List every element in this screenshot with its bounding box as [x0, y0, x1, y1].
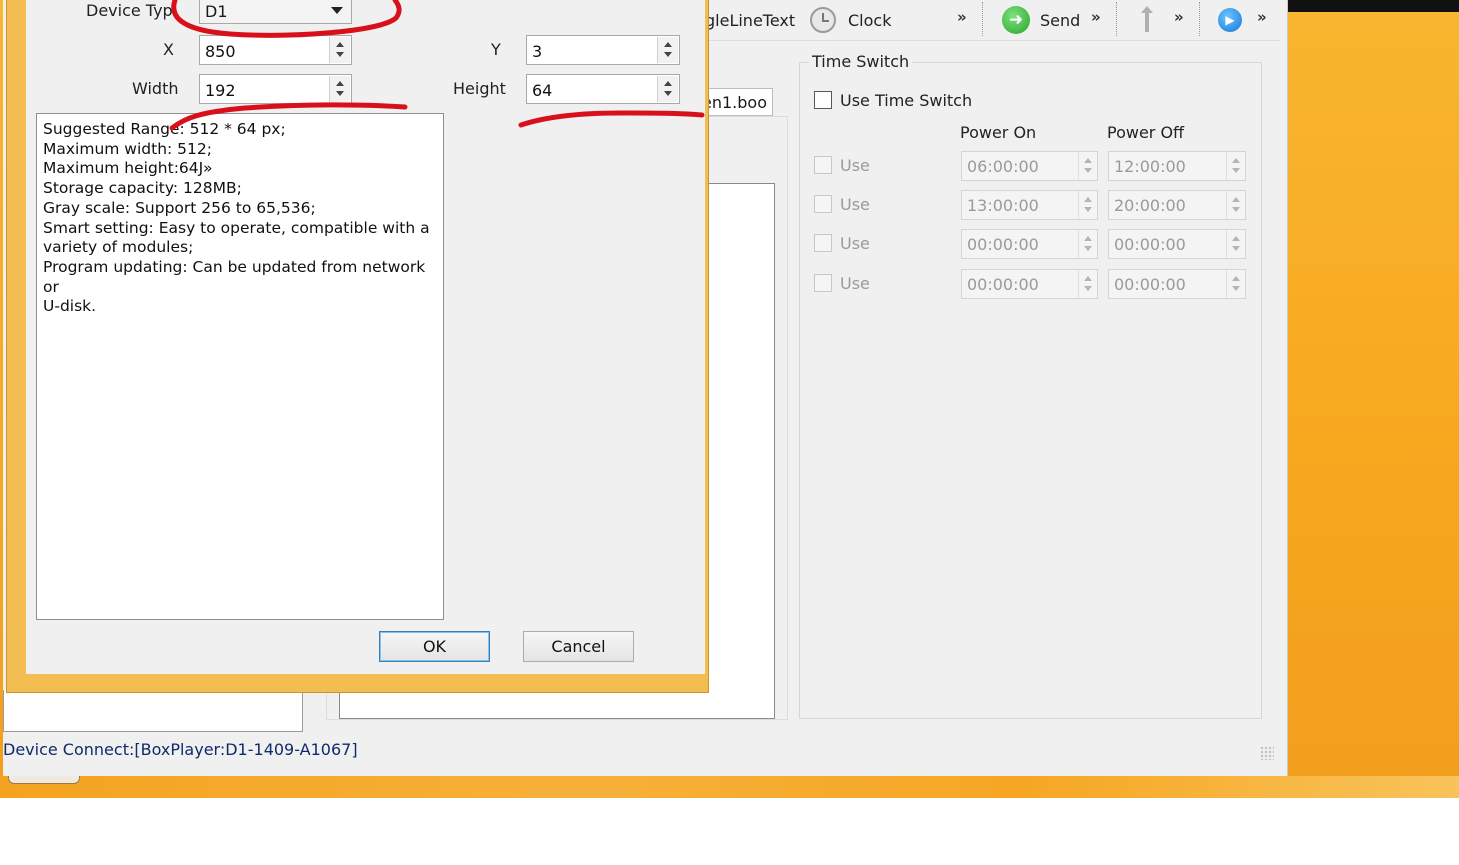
- description-line: Gray scale: Support 256 to 65,536;: [43, 198, 316, 217]
- description-line: Program updating: Can be updated from ne…: [43, 257, 431, 296]
- time-row-use-label: Use: [840, 156, 870, 175]
- description-line: Suggested Range: 512 * 64 px;: [43, 120, 286, 138]
- program-file-value: en1.boo: [702, 92, 767, 112]
- toolbar-separator: [982, 2, 983, 36]
- power-off-time-input[interactable]: 20:00:00: [1108, 190, 1246, 220]
- description-line: variety of modules;: [43, 238, 194, 257]
- upload-icon: [1141, 6, 1153, 34]
- description-line: U-disk.: [43, 297, 97, 316]
- time-spinner-arrows[interactable]: [1078, 152, 1097, 180]
- width-input[interactable]: 192: [199, 74, 352, 104]
- device-type-select[interactable]: D1: [199, 0, 352, 24]
- power-off-header: Power Off: [1107, 123, 1185, 142]
- use-time-switch-label: Use Time Switch: [840, 91, 973, 110]
- device-description-box: Suggested Range: 512 * 64 px; Maximum wi…: [36, 113, 444, 620]
- time-row-use-checkbox[interactable]: [814, 195, 832, 213]
- time-row-use-checkbox[interactable]: [814, 156, 832, 174]
- power-on-header: Power On: [960, 123, 1037, 142]
- time-switch-title: Time Switch: [809, 52, 913, 71]
- description-line: Maximum width: 512;: [43, 139, 212, 158]
- time-spinner-arrows[interactable]: [1078, 270, 1097, 298]
- height-label: Height: [453, 79, 506, 98]
- play-icon: ▶: [1218, 8, 1242, 32]
- program-list-panel: [3, 690, 303, 732]
- status-bar-text: Device Connect:[BoxPlayer:D1-1409-A1067]: [3, 740, 358, 759]
- toolbar-separator: [1199, 2, 1200, 36]
- chevron-down-icon: [331, 7, 343, 14]
- desktop-top-bar: [1288, 0, 1459, 12]
- width-value: 192: [205, 81, 236, 100]
- device-type-label: Device Typ: [86, 1, 173, 20]
- toolbar-play-button[interactable]: ▶: [1218, 6, 1242, 34]
- power-off-time-input[interactable]: 00:00:00: [1108, 229, 1246, 259]
- x-input[interactable]: 850: [199, 35, 352, 65]
- ok-button[interactable]: OK: [379, 631, 490, 662]
- main-toolbar: gleLineText Clock » ➜ Send » » ▶ »: [700, 0, 1280, 41]
- power-on-time-input[interactable]: 06:00:00: [961, 151, 1098, 181]
- use-time-switch-checkbox[interactable]: [814, 91, 832, 109]
- resize-grip-icon[interactable]: [1260, 746, 1274, 760]
- toolbar-clock-label: Clock: [848, 10, 892, 30]
- toolbar-send-button[interactable]: ➜ Send: [1002, 6, 1080, 34]
- time-spinner-arrows[interactable]: [1226, 152, 1245, 180]
- toolbar-overflow-button[interactable]: »: [1174, 8, 1184, 26]
- power-on-time-input[interactable]: 00:00:00: [961, 269, 1098, 299]
- power-off-time-value: 20:00:00: [1114, 196, 1186, 215]
- description-line: Maximum height:64J»: [43, 159, 213, 178]
- toolbar-overflow-button[interactable]: »: [1091, 8, 1101, 26]
- toolbar-singleline-text-button[interactable]: gleLineText: [705, 6, 795, 34]
- x-spinner-arrows[interactable]: [329, 37, 350, 63]
- power-off-time-value: 12:00:00: [1114, 157, 1186, 176]
- cancel-button[interactable]: Cancel: [523, 631, 634, 662]
- power-off-time-value: 00:00:00: [1114, 275, 1186, 294]
- toolbar-overflow-button[interactable]: »: [1257, 8, 1267, 26]
- x-label: X: [163, 40, 174, 59]
- width-spinner-arrows[interactable]: [329, 76, 350, 102]
- toolbar-separator: [1116, 2, 1117, 36]
- y-input[interactable]: 3: [526, 35, 680, 65]
- power-on-time-value: 06:00:00: [967, 157, 1039, 176]
- power-on-time-input[interactable]: 00:00:00: [961, 229, 1098, 259]
- time-spinner-arrows[interactable]: [1226, 270, 1245, 298]
- time-row-use-label: Use: [840, 195, 870, 214]
- description-line: Storage capacity: 128MB;: [43, 179, 242, 198]
- y-spinner-arrows[interactable]: [657, 37, 678, 63]
- clock-icon: [810, 7, 836, 33]
- power-on-time-value: 13:00:00: [967, 196, 1039, 215]
- time-row-use-checkbox[interactable]: [814, 274, 832, 292]
- time-spinner-arrows[interactable]: [1078, 230, 1097, 258]
- height-input[interactable]: 64: [526, 74, 680, 104]
- power-on-time-input[interactable]: 13:00:00: [961, 190, 1098, 220]
- toolbar-upload-button[interactable]: [1141, 6, 1153, 34]
- time-spinner-arrows[interactable]: [1078, 191, 1097, 219]
- time-row-use-checkbox[interactable]: [814, 234, 832, 252]
- power-on-time-value: 00:00:00: [967, 235, 1039, 254]
- time-row-use-label: Use: [840, 274, 870, 293]
- toolbar-overflow-button[interactable]: »: [957, 8, 967, 26]
- send-arrow-icon: ➜: [1002, 6, 1030, 34]
- power-off-time-input[interactable]: 00:00:00: [1108, 269, 1246, 299]
- x-value: 850: [205, 42, 236, 61]
- program-file-field[interactable]: en1.boo: [700, 88, 773, 116]
- height-value: 64: [532, 81, 553, 100]
- device-type-value: D1: [205, 2, 228, 21]
- toolbar-clock-button[interactable]: Clock: [810, 6, 891, 34]
- power-off-time-value: 00:00:00: [1114, 235, 1186, 254]
- time-row-use-label: Use: [840, 234, 870, 253]
- power-on-time-value: 00:00:00: [967, 275, 1039, 294]
- toolbar-singleline-label: gleLineText: [705, 10, 796, 30]
- time-spinner-arrows[interactable]: [1226, 191, 1245, 219]
- width-label: Width: [132, 79, 179, 98]
- height-spinner-arrows[interactable]: [657, 76, 678, 102]
- time-spinner-arrows[interactable]: [1226, 230, 1245, 258]
- description-line: Smart setting: Easy to operate, compatib…: [43, 218, 430, 237]
- toolbar-send-label: Send: [1040, 10, 1081, 30]
- power-off-time-input[interactable]: 12:00:00: [1108, 151, 1246, 181]
- taskbar-strip: [0, 776, 1459, 798]
- y-value: 3: [532, 42, 543, 61]
- y-label: Y: [491, 40, 501, 59]
